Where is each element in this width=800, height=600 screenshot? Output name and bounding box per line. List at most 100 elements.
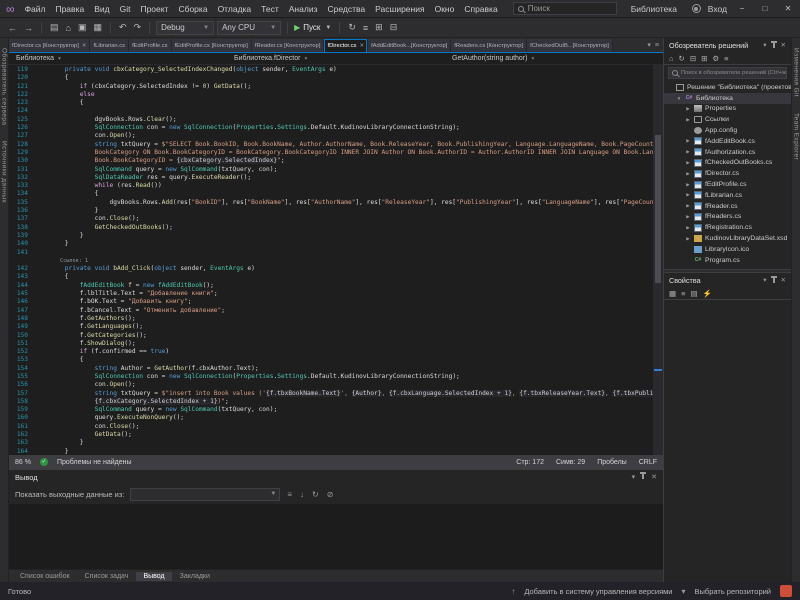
code-line[interactable]: 153 {	[9, 356, 653, 364]
output-panel-header[interactable]: Вывод ▾ ✕	[9, 470, 663, 484]
menu-item-проект[interactable]: Проект	[135, 3, 173, 15]
code-line[interactable]: 134 {	[9, 190, 653, 198]
code-line[interactable]: 163 }	[9, 439, 653, 447]
configuration-dropdown[interactable]: Debug ▼	[156, 21, 214, 35]
code-line[interactable]: 141	[9, 249, 653, 257]
code-line[interactable]: 125 dgvBooks.Rows.Clear();	[9, 116, 653, 124]
expand-arrow-icon[interactable]: ▶	[685, 214, 691, 220]
edge-tab[interactable]: Изменения Git	[793, 48, 800, 97]
tree-item[interactable]: ▶KudinovLibraryDataSet.xsd	[664, 233, 791, 244]
document-tab[interactable]: fAddEditBook...[Конструктор]	[368, 39, 451, 52]
refresh-icon[interactable]: ↻	[679, 54, 685, 63]
tree-item[interactable]: ▶Properties	[664, 104, 791, 115]
menu-item-сборка[interactable]: Сборка	[173, 3, 212, 15]
find-in-files-icon[interactable]: ⊟	[388, 22, 400, 33]
expand-arrow-icon[interactable]: ▶	[685, 192, 691, 198]
categorized-icon[interactable]: ▦	[669, 289, 676, 298]
menu-item-тест[interactable]: Тест	[256, 3, 284, 15]
tree-item[interactable]: ▶Ссылки	[664, 114, 791, 125]
tree-item[interactable]: ▶fEditProfile.cs	[664, 179, 791, 190]
tree-item[interactable]: ▶fDirector.cs	[664, 168, 791, 179]
code-line[interactable]: 156 con.Open();	[9, 381, 653, 389]
tree-item[interactable]: Решение "Библиотека" (проектов: 1)	[664, 82, 791, 93]
events-icon[interactable]: ⚡	[703, 289, 712, 298]
code-line[interactable]: 159 SqlCommand query = new SqlCommand(tx…	[9, 406, 653, 414]
menu-item-средства[interactable]: Средства	[322, 3, 370, 15]
expand-arrow-icon[interactable]: ▼	[676, 96, 682, 101]
expand-arrow-icon[interactable]: ▶	[685, 138, 691, 144]
line-indicator[interactable]: Стр: 172	[516, 459, 544, 466]
menu-item-git[interactable]: Git	[115, 3, 136, 15]
code-line[interactable]: 142 private void bAdd_Click(object sende…	[9, 265, 653, 273]
tree-item[interactable]: LibraryIcon.ico	[664, 244, 791, 255]
code-line[interactable]: 140 }	[9, 240, 653, 248]
breadcrumb-item[interactable]: Библиотека▾	[9, 53, 227, 64]
line-ending-indicator[interactable]: CRLF	[639, 459, 657, 466]
sign-in-button[interactable]: Вход	[708, 4, 727, 14]
solution-explorer-header[interactable]: Обозреватель решений ▾ ✕	[664, 38, 791, 52]
editor-scrollbar[interactable]	[653, 65, 663, 455]
scrollbar-thumb[interactable]	[655, 135, 661, 283]
tree-item[interactable]: C#Program.cs	[664, 255, 791, 266]
tree-item[interactable]: ▶fReader.cs	[664, 201, 791, 212]
code-editor[interactable]: 119 private void cbxCategory_SelectedInd…	[9, 65, 663, 455]
redo-icon[interactable]: ↷	[132, 22, 144, 33]
find-message-icon[interactable]: ≡	[286, 490, 293, 499]
code-line[interactable]: Ссылок: 1	[9, 257, 653, 265]
open-file-icon[interactable]: ⌂	[64, 23, 73, 33]
quick-search-box[interactable]: Поиск	[513, 2, 617, 15]
maximize-button[interactable]: □	[757, 4, 773, 13]
code-line[interactable]: 126 SqlConnection con = new SqlConnectio…	[9, 124, 653, 132]
edge-tab[interactable]: Team Explorer	[793, 113, 800, 160]
breadcrumb-item[interactable]: GetAuthor(string author)▾	[445, 53, 663, 64]
menu-item-правка[interactable]: Правка	[50, 3, 89, 15]
document-tab[interactable]: fEditProfile.cs	[129, 39, 171, 52]
tool-tab-вывод[interactable]: Вывод	[136, 572, 171, 581]
menu-item-файл[interactable]: Файл	[20, 3, 51, 15]
expand-arrow-icon[interactable]: ▶	[685, 117, 691, 123]
code-line[interactable]: 122 else	[9, 91, 653, 99]
expand-arrow-icon[interactable]: ▶	[685, 171, 691, 177]
undo-icon[interactable]: ↶	[117, 22, 129, 33]
tool-tab-закладки[interactable]: Закладки	[173, 572, 217, 581]
code-line[interactable]: 123 {	[9, 99, 653, 107]
tree-item[interactable]: ▶fCheckedOutBooks.cs	[664, 158, 791, 169]
code-line[interactable]: 124	[9, 107, 653, 115]
properties-view-icon[interactable]: ▤	[690, 289, 697, 298]
save-all-icon[interactable]: ▦	[91, 22, 104, 33]
code-line[interactable]: 131 SqlCommand query = new SqlCommand(tx…	[9, 166, 653, 174]
code-line[interactable]: 121 if (cbxCategory.SelectedIndex != 0) …	[9, 83, 653, 91]
tab-overflow-chevron-icon[interactable]: ▾	[647, 41, 651, 49]
code-line[interactable]: 133 while (res.Read())	[9, 182, 653, 190]
output-content[interactable]	[9, 504, 663, 569]
navigate-back-icon[interactable]: ←	[6, 23, 19, 33]
code-line[interactable]: 147 f.bCancel.Text = "Отменить добавлени…	[9, 307, 653, 315]
code-line[interactable]: 148 f.GetAuthors();	[9, 315, 653, 323]
clear-all-icon[interactable]: ↻	[311, 490, 320, 499]
code-line[interactable]: 120 {	[9, 74, 653, 82]
close-icon[interactable]: ✕	[651, 473, 657, 481]
code-line[interactable]: 160 query.ExecuteNonQuery();	[9, 414, 653, 422]
navigate-forward-icon[interactable]: →	[22, 23, 35, 33]
tool-tab-список-ошибок[interactable]: Список ошибок	[13, 572, 77, 581]
home-icon[interactable]: ⌂	[669, 54, 674, 63]
output-source-dropdown[interactable]: ▼	[130, 488, 280, 501]
code-line[interactable]: 146 f.bOK.Text = "Добавить книгу";	[9, 298, 653, 306]
word-wrap-icon[interactable]: ⊘	[326, 490, 335, 499]
notification-badge-icon[interactable]	[780, 585, 792, 597]
pin-icon[interactable]	[773, 277, 775, 283]
code-line[interactable]: 128 string txtQuery = $"SELECT Book.Book…	[9, 141, 653, 149]
edge-tab[interactable]: Обозреватель сервера	[1, 48, 8, 125]
pin-icon[interactable]	[773, 42, 775, 48]
code-line[interactable]: 137 con.Close();	[9, 215, 653, 223]
expand-arrow-icon[interactable]: ▶	[685, 106, 691, 112]
go-to-message-icon[interactable]: ↓	[299, 490, 305, 499]
menu-item-расширения[interactable]: Расширения	[370, 3, 429, 15]
document-tab[interactable]: fLibrarian.cs	[90, 39, 129, 52]
platform-dropdown[interactable]: Any CPU ▼	[217, 21, 281, 35]
show-all-files-icon[interactable]: ⊞	[701, 54, 707, 63]
column-indicator[interactable]: Симв: 29	[556, 459, 585, 466]
document-tab[interactable]: fDirector.cs [Конструктор]✕	[9, 39, 90, 52]
close-icon[interactable]: ✕	[781, 41, 786, 49]
step-icons[interactable]: ⊞	[373, 22, 385, 33]
